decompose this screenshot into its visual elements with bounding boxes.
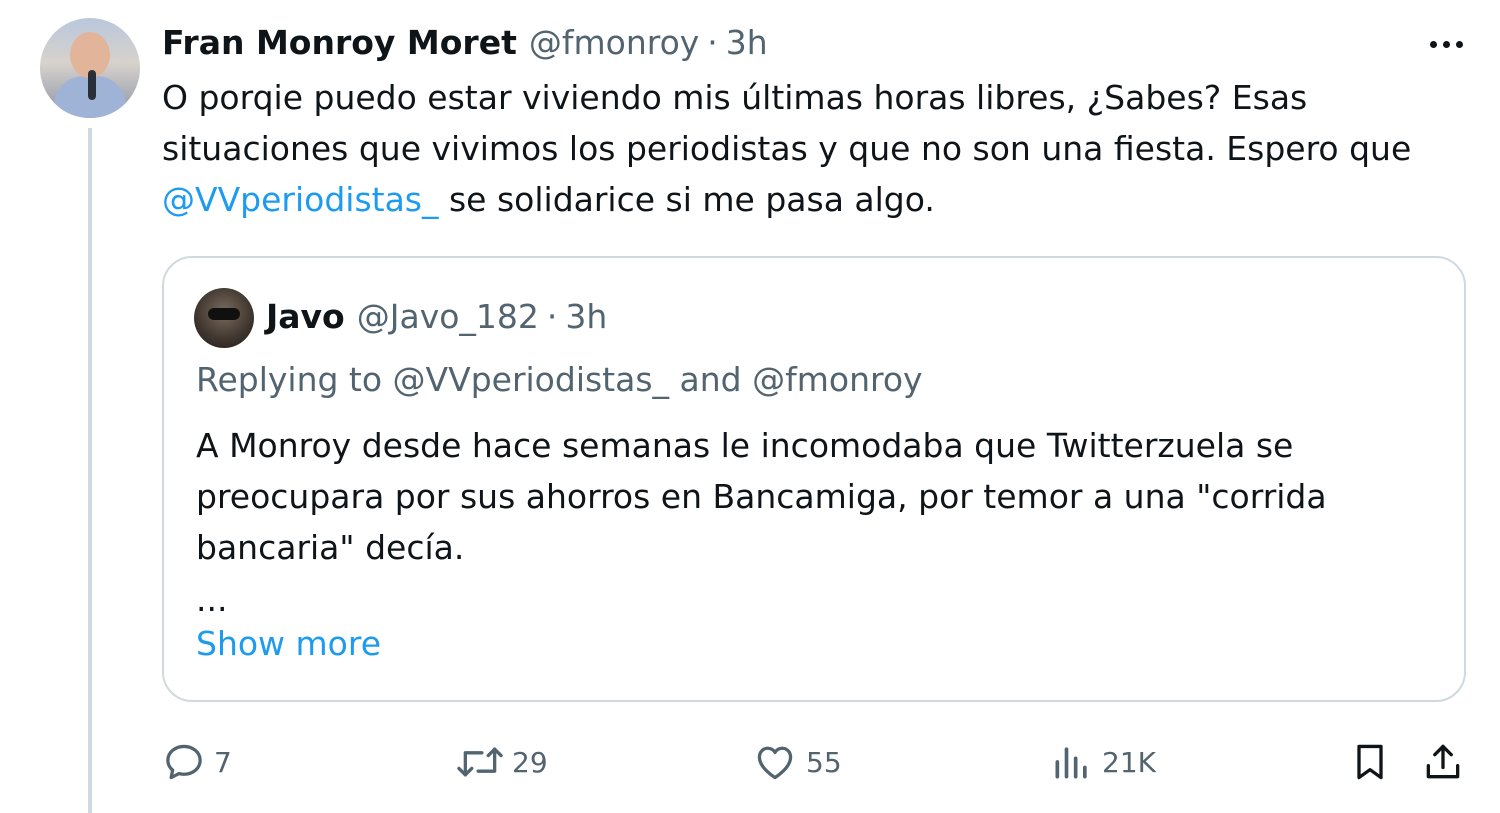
views-icon	[1050, 740, 1094, 784]
quote-time[interactable]: 3h	[565, 297, 607, 336]
quote-author-name[interactable]: Javo	[266, 297, 345, 336]
quote-header: Javo @Javo_182 · 3h	[266, 294, 607, 338]
tweet: Fran Monroy Moret @fmonroy · 3h O porqie…	[0, 0, 1500, 813]
bookmark-button[interactable]	[1348, 736, 1392, 788]
replying-and: and	[669, 360, 753, 399]
retweet-button[interactable]: 29	[456, 736, 548, 788]
tweet-text-before: O porqie puedo estar viviendo mis última…	[162, 78, 1412, 168]
tweet-text-after: se solidarice si me pasa algo.	[438, 180, 935, 219]
replying-to: Replying to @VVperiodistas_ and @fmonroy	[196, 360, 923, 399]
author-avatar[interactable]	[40, 18, 140, 118]
tweet-text: O porqie puedo estar viviendo mis última…	[162, 72, 1482, 225]
retweet-count: 29	[512, 745, 548, 779]
bookmark-icon	[1348, 740, 1392, 784]
like-button[interactable]: 55	[752, 736, 842, 788]
tweet-time[interactable]: 3h	[726, 23, 768, 62]
replying-prefix: Replying to	[196, 360, 393, 399]
replying-mention-vvperiodistas[interactable]: @VVperiodistas_	[393, 360, 670, 399]
thread-line	[88, 128, 92, 813]
author-handle[interactable]: @fmonroy	[529, 23, 699, 62]
mention-link[interactable]: @VVperiodistas_	[162, 180, 439, 219]
separator-dot: ·	[707, 22, 718, 62]
show-more-link[interactable]: Show more	[196, 624, 381, 663]
reply-count: 7	[214, 745, 232, 779]
quote-author-handle[interactable]: @Javo_182	[357, 297, 539, 336]
reply-icon	[162, 740, 206, 784]
action-bar: 7 29 55 21K	[0, 736, 1500, 788]
like-count: 55	[806, 745, 842, 779]
more-icon[interactable]	[1420, 24, 1472, 64]
retweet-icon	[456, 740, 504, 784]
tweet-header: Fran Monroy Moret @fmonroy · 3h	[162, 20, 768, 64]
separator-dot: ·	[546, 296, 558, 336]
quote-ellipsis: ...	[196, 580, 228, 619]
replying-mention-fmonroy[interactable]: @fmonroy	[752, 360, 922, 399]
views-button[interactable]: 21K	[1050, 736, 1156, 788]
share-button[interactable]	[1420, 736, 1466, 788]
heart-icon	[752, 740, 798, 784]
views-count: 21K	[1102, 745, 1156, 779]
quoted-tweet[interactable]: Javo @Javo_182 · 3h Replying to @VVperio…	[162, 256, 1466, 702]
author-name[interactable]: Fran Monroy Moret	[162, 23, 517, 62]
quote-avatar[interactable]	[194, 288, 254, 348]
share-icon	[1420, 740, 1466, 784]
reply-button[interactable]: 7	[162, 736, 232, 788]
quote-text: A Monroy desde hace semanas le incomodab…	[196, 426, 1327, 567]
